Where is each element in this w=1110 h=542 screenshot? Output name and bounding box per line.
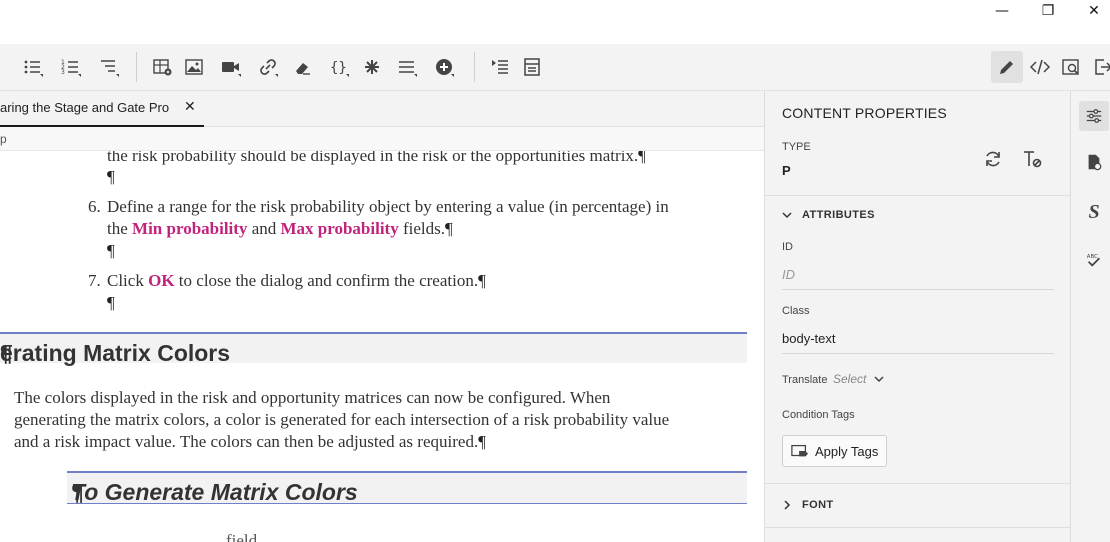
translate-select[interactable]: Select	[833, 372, 884, 386]
spell-check-icon[interactable]: ABC	[1079, 245, 1109, 275]
properties-sliders-icon[interactable]	[1079, 101, 1109, 131]
close-tab-icon[interactable]: ✕	[184, 99, 196, 115]
chevron-down-icon	[782, 212, 792, 219]
uicontrol-max-probability: Max probability	[280, 219, 399, 238]
preview-icon[interactable]	[1059, 55, 1083, 79]
eraser-icon[interactable]	[291, 55, 315, 79]
class-field-underline	[782, 353, 1054, 354]
tag-icon	[791, 444, 809, 457]
content-properties-panel: CONTENT PROPERTIES TYPE P ATTRIBUTES ID …	[764, 91, 1071, 542]
attributes-section-toggle[interactable]: ATTRIBUTES	[782, 209, 875, 221]
style-s-icon[interactable]: S	[1079, 197, 1109, 227]
block-view-icon[interactable]	[520, 55, 544, 79]
body-paragraph-line1: The colors displayed in the risk and opp…	[14, 388, 611, 407]
list-item-6-line1: Define a range for the risk probability …	[107, 197, 669, 216]
type-label: TYPE	[782, 141, 811, 153]
insert-image-icon[interactable]	[182, 55, 206, 79]
special-element-icon[interactable]	[360, 55, 384, 79]
indent-list-icon[interactable]	[488, 55, 512, 79]
uicontrol-min-probability: Min probability	[132, 219, 248, 238]
paragraph-line: the risk probability should be displayed…	[107, 151, 646, 165]
numbered-list-icon[interactable]: 123	[59, 55, 83, 79]
list-item-6-line2: the Min probability and Max probability …	[107, 219, 453, 238]
uicontrol-ok: OK	[148, 271, 175, 290]
class-field[interactable]: body-text	[782, 331, 835, 346]
insert-plus-icon[interactable]	[432, 55, 456, 79]
list-number-6: 6.	[88, 197, 101, 216]
section-divider	[765, 195, 1071, 196]
font-section-toggle[interactable]: FONT	[782, 499, 834, 511]
minimize-button[interactable]: —	[979, 0, 1025, 22]
section-divider	[765, 527, 1071, 528]
horizontal-rule-icon[interactable]	[395, 55, 419, 79]
close-window-button[interactable]: ✕	[1071, 0, 1110, 22]
breadcrumb-item-p[interactable]: p	[0, 132, 7, 146]
right-side-rail: S ABC	[1070, 91, 1110, 542]
bulleted-list-icon[interactable]	[21, 55, 45, 79]
id-label: ID	[782, 241, 793, 253]
editor-toolbar: 123 {}	[0, 44, 1110, 91]
body-paragraph-line3: and a risk impact value. The colors can …	[14, 432, 486, 451]
type-value: P	[782, 163, 791, 178]
apply-tags-button[interactable]: Apply Tags	[782, 435, 887, 467]
insert-table-icon[interactable]	[150, 55, 174, 79]
refresh-icon[interactable]	[983, 149, 1005, 171]
document-tab-strip: aring the Stage and Gate Pro... ✕	[0, 91, 764, 127]
empty-paragraph-mark: ¶	[107, 241, 115, 260]
document-editor[interactable]: the risk probability should be displayed…	[0, 151, 764, 542]
chevron-right-icon	[784, 500, 791, 510]
restore-button[interactable]: ❐	[1025, 0, 1071, 22]
title-bar: — ❐ ✕	[0, 0, 1110, 44]
section-heading: erating Matrix Colors ¶	[0, 332, 747, 366]
translate-label: Translate	[782, 374, 828, 386]
source-code-icon[interactable]	[1028, 55, 1052, 79]
export-icon[interactable]	[1090, 55, 1110, 79]
body-paragraph-line2: generating the matrix colors, a color is…	[14, 410, 670, 429]
toolbar-divider	[474, 52, 475, 82]
edit-pencil-icon[interactable]	[991, 51, 1023, 83]
list-item-7: Click OK to close the dialog and confirm…	[107, 271, 486, 290]
document-tab-label: aring the Stage and Gate Pro...	[0, 100, 170, 115]
document-tab[interactable]: aring the Stage and Gate Pro... ✕	[0, 91, 204, 127]
svg-text:ABC: ABC	[1087, 254, 1098, 260]
clear-formatting-icon[interactable]	[1022, 149, 1044, 171]
element-breadcrumb[interactable]: p	[0, 127, 764, 151]
insert-link-icon[interactable]	[256, 55, 280, 79]
chevron-down-icon	[874, 376, 884, 383]
code-block-icon[interactable]: {}	[327, 55, 351, 79]
svg-text:{}: {}	[330, 60, 347, 76]
class-label: Class	[782, 305, 810, 317]
section-divider	[765, 483, 1071, 484]
id-field[interactable]: ID	[782, 267, 795, 282]
id-field-underline	[782, 289, 1054, 290]
list-number-7: 7.	[88, 271, 101, 290]
insert-video-icon[interactable]	[219, 55, 243, 79]
file-settings-icon[interactable]	[1079, 147, 1109, 177]
empty-paragraph-mark: ¶	[107, 167, 115, 186]
empty-paragraph-mark: ¶	[107, 293, 115, 312]
subsection-heading: To Generate Matrix Colors ¶	[67, 471, 747, 505]
toolbar-divider	[136, 52, 137, 82]
svg-text:3: 3	[61, 69, 65, 76]
panel-title: CONTENT PROPERTIES	[782, 105, 947, 121]
condition-tags-label: Condition Tags	[782, 409, 855, 421]
multilevel-list-icon[interactable]	[97, 55, 121, 79]
partial-paragraph-line: ... ... ... ... ... ... ... field	[107, 531, 258, 542]
